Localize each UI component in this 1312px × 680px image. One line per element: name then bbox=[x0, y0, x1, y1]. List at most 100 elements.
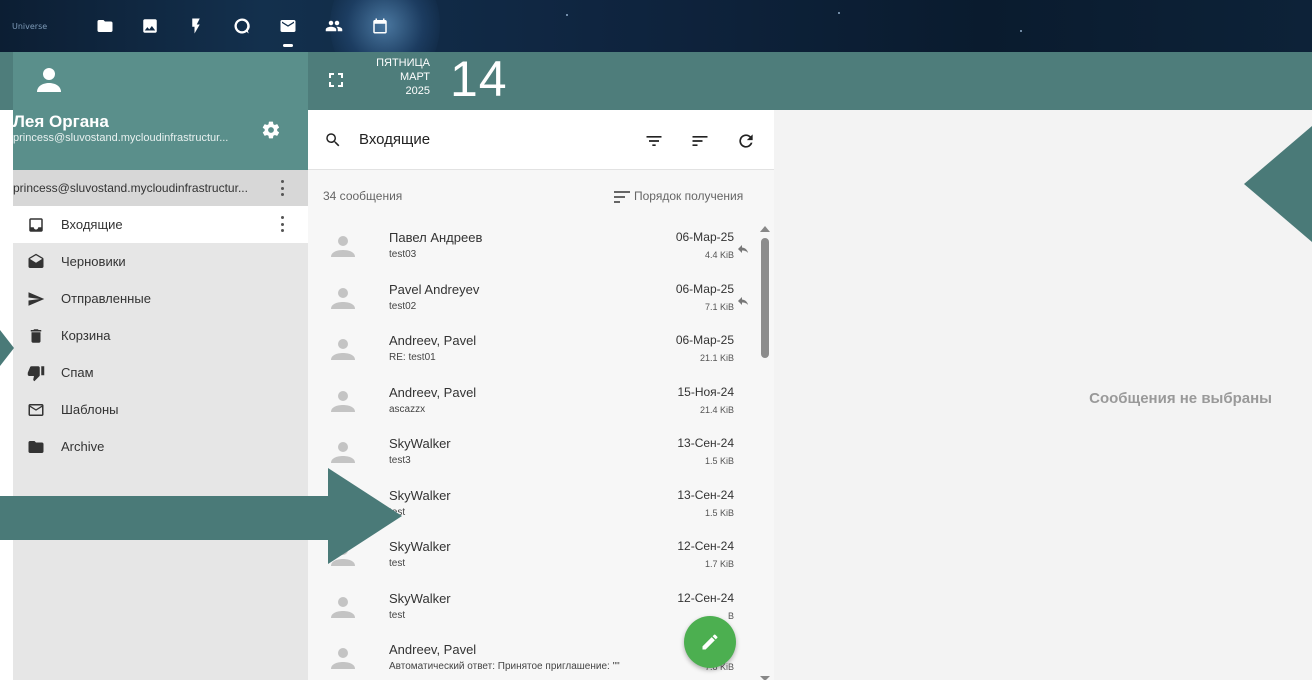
drafts-icon bbox=[26, 252, 46, 272]
message-date: 12-Сен-24 bbox=[677, 539, 734, 553]
message-subject: test3 bbox=[389, 455, 411, 466]
sender-avatar-icon bbox=[330, 232, 356, 260]
thumb-down-icon bbox=[26, 363, 46, 383]
topbar-star bbox=[1020, 30, 1022, 32]
message-size: 1.7 KiB bbox=[704, 559, 734, 569]
message-row[interactable]: Павел Андреев test03 06-Мар-25 4.4 KiB bbox=[308, 220, 758, 271]
sender-avatar-icon bbox=[330, 438, 356, 466]
message-size: B bbox=[727, 610, 734, 621]
sidebar-item-trash[interactable]: Корзина bbox=[13, 317, 308, 354]
reply-icon bbox=[738, 290, 748, 305]
reply-icon bbox=[738, 238, 748, 253]
message-count: 34 сообщения bbox=[323, 189, 403, 203]
message-size: 7.1 KiB bbox=[704, 301, 734, 312]
sender-avatar-icon bbox=[330, 387, 356, 415]
top-bar: Universe bbox=[0, 0, 1312, 52]
message-date: 12-Сен-24 bbox=[677, 590, 734, 605]
topbar-star bbox=[566, 14, 568, 16]
message-row[interactable]: Andreev, Pavel ascazzx 15-Ноя-24 21.4 KiB bbox=[308, 375, 758, 426]
refresh-icon[interactable] bbox=[736, 131, 756, 151]
account-row[interactable]: princess@sluvostand.mycloudinfrastructur… bbox=[13, 170, 308, 206]
sidebar-item-spam[interactable]: Спам bbox=[13, 354, 308, 391]
sort-icon[interactable] bbox=[690, 131, 710, 151]
message-date: 06-Мар-25 bbox=[675, 281, 734, 296]
fullscreen-icon[interactable] bbox=[329, 72, 343, 87]
message-size: 21.1 KiB bbox=[699, 353, 734, 363]
message-subject: RE: test01 bbox=[389, 352, 436, 363]
message-row[interactable]: Pavel Andreyev test02 06-Мар-25 7.1 KiB bbox=[308, 272, 758, 323]
sidebar-item-label: Черновики bbox=[61, 254, 126, 269]
message-size: 1.5 KiB bbox=[704, 456, 734, 466]
year: 2025 bbox=[405, 85, 430, 97]
message-row[interactable]: Andreev, Pavel RE: test01 06-Мар-25 21.1 Ki… bbox=[308, 323, 758, 374]
message-subject: Автоматический ответ: Принятое приглашен… bbox=[389, 661, 620, 672]
mail-icon[interactable] bbox=[276, 14, 300, 38]
message-date: 06-Мар-25 bbox=[675, 333, 734, 347]
sidebar-item-label: Шаблоны bbox=[61, 402, 119, 417]
sidebar: princess@sluvostand.mycloudinfrastructur… bbox=[13, 170, 308, 680]
message-size: 1.5 KiB bbox=[704, 507, 734, 518]
message-sender: Andreev, Pavel bbox=[389, 384, 477, 400]
user-name: Лея Органа bbox=[13, 112, 109, 131]
month: МАРТ bbox=[399, 71, 430, 83]
folder-title: Входящие bbox=[359, 131, 431, 148]
message-sender: SkyWalker bbox=[389, 436, 451, 451]
sidebar-item-sent[interactable]: Отправленные bbox=[13, 280, 308, 317]
message-sender: Павел Андреев bbox=[389, 230, 483, 245]
account-menu-icon[interactable] bbox=[279, 180, 285, 196]
message-subject: test03 bbox=[389, 249, 417, 260]
scroll-up-arrow[interactable] bbox=[760, 226, 770, 232]
sidebar-item-inbox[interactable]: Входящие bbox=[13, 206, 308, 243]
folder-icon[interactable] bbox=[93, 14, 117, 38]
sidebar-item-label: Корзина bbox=[61, 328, 111, 343]
user-email: princess@sluvostand.mycloudinfrastructur… bbox=[13, 132, 229, 144]
contacts-icon[interactable] bbox=[322, 14, 346, 38]
sidebar-item-label: Входящие bbox=[61, 217, 123, 232]
message-date: 13-Сен-24 bbox=[677, 487, 734, 502]
sidebar-item-drafts[interactable]: Черновики bbox=[13, 243, 308, 280]
calendar-icon[interactable] bbox=[368, 14, 392, 38]
weekday: ПЯТНИЦА bbox=[376, 57, 430, 69]
send-icon bbox=[26, 289, 46, 309]
message-size: 4.4 KiB bbox=[704, 250, 734, 260]
message-sender: Andreev, Pavel bbox=[389, 333, 477, 348]
day-number: 14 bbox=[450, 51, 508, 107]
gear-icon[interactable] bbox=[261, 120, 281, 140]
folder-menu-icon[interactable] bbox=[279, 216, 285, 232]
sidebar-item-archive[interactable]: Archive bbox=[13, 428, 308, 465]
message-date: 13-Сен-24 bbox=[677, 436, 734, 450]
message-subject: test bbox=[389, 609, 406, 621]
sender-avatar-icon bbox=[330, 335, 356, 363]
lightning-icon[interactable] bbox=[184, 14, 208, 38]
search-icon[interactable] bbox=[324, 131, 342, 149]
search-row: Входящие bbox=[308, 110, 774, 170]
sort-order-icon[interactable] bbox=[614, 189, 630, 203]
annotation-arrow-left bbox=[1244, 126, 1312, 242]
sidebar-item-templates[interactable]: Шаблоны bbox=[13, 391, 308, 428]
trash-icon bbox=[26, 326, 46, 346]
chat-icon[interactable] bbox=[230, 14, 254, 38]
sidebar-item-label: Archive bbox=[61, 439, 105, 454]
message-sender: SkyWalker bbox=[389, 590, 451, 606]
user-panel: Лея Органа princess@sluvostand.mycloudin… bbox=[13, 52, 308, 170]
scroll-down-arrow[interactable] bbox=[760, 676, 770, 680]
filter-icon[interactable] bbox=[644, 131, 664, 151]
sort-order-label[interactable]: Порядок получения bbox=[634, 189, 743, 203]
image-icon[interactable] bbox=[138, 14, 162, 38]
date-block: ПЯТНИЦА МАРТ 2025 bbox=[360, 56, 430, 98]
app-logo[interactable]: Universe bbox=[12, 22, 47, 31]
topbar-star bbox=[838, 12, 840, 14]
message-subject: ascazzx bbox=[389, 403, 426, 415]
compose-button[interactable] bbox=[684, 616, 736, 668]
message-subject: test02 bbox=[389, 300, 417, 312]
sidebar-item-label: Спам bbox=[61, 365, 94, 380]
sender-avatar-icon bbox=[330, 644, 356, 672]
pencil-icon bbox=[702, 634, 718, 650]
account-label: princess@sluvostand.mycloudinfrastructur… bbox=[13, 181, 248, 195]
message-sender: Andreev, Pavel bbox=[389, 642, 477, 657]
scrollbar-thumb[interactable] bbox=[761, 238, 769, 358]
annotation-arrow-right bbox=[0, 468, 402, 564]
message-date: 15-Ноя-24 bbox=[677, 384, 734, 399]
user-avatar-icon[interactable] bbox=[37, 66, 61, 96]
sidebar-item-label: Отправленные bbox=[61, 291, 151, 306]
